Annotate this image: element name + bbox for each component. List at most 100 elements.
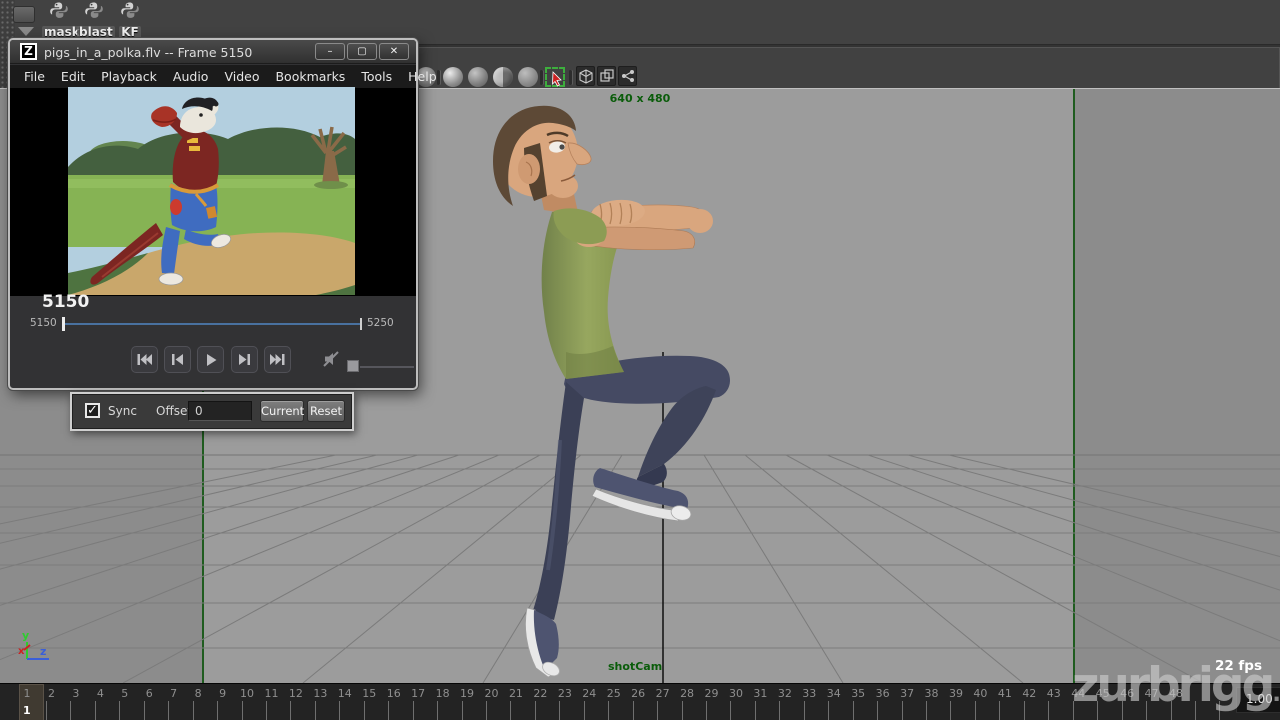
timeline-frame-number[interactable]: 43 [1042, 687, 1066, 700]
character-3d-model[interactable] [493, 106, 730, 679]
timeline-frame-number[interactable]: 27 [651, 687, 675, 700]
timeline-frame-number[interactable]: 33 [797, 687, 821, 700]
previous-frame-button[interactable] [164, 346, 191, 373]
timeline-frame-number[interactable]: 4 [88, 687, 112, 700]
view-axis-indicator: y x z [18, 629, 49, 659]
menu-help[interactable]: Help [408, 69, 437, 84]
timeline-frame-number[interactable]: 9 [211, 687, 235, 700]
timeline-frame-number[interactable]: 35 [846, 687, 870, 700]
timeline-frame-number[interactable]: 1 [15, 687, 39, 700]
reset-button[interactable]: Reset [307, 400, 345, 422]
menu-tools[interactable]: Tools [361, 69, 392, 84]
menu-audio[interactable]: Audio [173, 69, 209, 84]
timeline-tick [926, 701, 927, 720]
video-scrub-track[interactable] [62, 323, 362, 325]
maximize-button[interactable]: ▢ [347, 43, 377, 60]
current-button[interactable]: Current [260, 400, 304, 422]
flat-shade-sphere-icon[interactable] [468, 67, 488, 87]
mute-icon[interactable] [322, 350, 340, 368]
timeline-frame-number[interactable]: 25 [602, 687, 626, 700]
axis-y-label: y [22, 629, 29, 642]
textured-sphere-icon[interactable] [493, 67, 513, 87]
current-frame-number: 1 [23, 704, 31, 717]
go-to-start-button[interactable] [131, 346, 158, 373]
timeline-frame-number[interactable]: 41 [993, 687, 1017, 700]
timeline-frame-number[interactable]: 5 [113, 687, 137, 700]
sync-options-bar: ✓ Sync Offset 0 Current Reset [70, 392, 354, 431]
timeline-frame-number[interactable]: 13 [308, 687, 332, 700]
timeline-frame-number[interactable]: 29 [700, 687, 724, 700]
video-player-window[interactable]: Z pigs_in_a_polka.flv -- Frame 5150 – ▢ … [8, 38, 418, 390]
current-video-frame: 5150 [42, 292, 89, 312]
timeline-frame-number[interactable]: 14 [333, 687, 357, 700]
timeline-frame-number[interactable]: 2 [39, 687, 63, 700]
timeline-frame-number[interactable]: 23 [553, 687, 577, 700]
timeline-tick [413, 701, 414, 720]
smooth-shade-sphere-icon[interactable] [443, 67, 463, 87]
timeline-frame-number[interactable]: 8 [186, 687, 210, 700]
timeline-frame-number[interactable]: 26 [626, 687, 650, 700]
menu-playback[interactable]: Playback [101, 69, 157, 84]
menu-file[interactable]: File [24, 69, 45, 84]
shelf-button-mask[interactable]: mask [42, 1, 76, 37]
timeline-frame-number[interactable]: 21 [504, 687, 528, 700]
close-button[interactable]: ✕ [379, 43, 409, 60]
play-icon [205, 354, 217, 366]
timeline-frame-number[interactable]: 11 [259, 687, 283, 700]
timeline-frame-number[interactable]: 24 [577, 687, 601, 700]
timeline-frame-number[interactable]: 42 [1017, 687, 1041, 700]
play-button[interactable] [197, 346, 224, 373]
go-to-end-button[interactable] [264, 346, 291, 373]
timeline-frame-number[interactable]: 30 [724, 687, 748, 700]
volume-slider-handle[interactable] [347, 360, 359, 372]
timeline-frame-number[interactable]: 34 [822, 687, 846, 700]
sync-checkbox[interactable]: ✓ [85, 403, 100, 418]
timeline-frame-number[interactable]: 10 [235, 687, 259, 700]
highlight-selection-icon[interactable] [545, 67, 565, 87]
window-titlebar[interactable]: Z pigs_in_a_polka.flv -- Frame 5150 – ▢ … [10, 40, 416, 64]
timeline-frame-number[interactable]: 19 [455, 687, 479, 700]
timeline-frame-number[interactable]: 6 [137, 687, 161, 700]
offset-input[interactable]: 0 [188, 401, 252, 421]
lit-sphere-icon[interactable] [518, 67, 538, 87]
chevron-down-icon[interactable] [18, 27, 34, 36]
timeline-frame-number[interactable]: 32 [773, 687, 797, 700]
timeline-frame-number[interactable]: 20 [479, 687, 503, 700]
shelf-collapse-button[interactable] [13, 6, 35, 23]
timeline-frame-number[interactable]: 18 [431, 687, 455, 700]
menu-video[interactable]: Video [224, 69, 259, 84]
sync-checkbox-label[interactable]: Sync [108, 404, 137, 418]
layered-panels-icon[interactable] [597, 66, 616, 86]
timeline-frame-number[interactable]: 12 [284, 687, 308, 700]
minimize-button[interactable]: – [315, 43, 345, 60]
shelf-button-kf[interactable]: KF [113, 1, 147, 37]
range-start-label: 5150 [30, 317, 57, 329]
shelf-button-blast[interactable]: blast [77, 1, 111, 37]
connections-icon[interactable] [618, 66, 637, 86]
timeline-frame-number[interactable]: 15 [357, 687, 381, 700]
timeline-frame-number[interactable]: 39 [944, 687, 968, 700]
menu-bookmarks[interactable]: Bookmarks [275, 69, 345, 84]
timeline-tick [682, 701, 683, 720]
menu-edit[interactable]: Edit [61, 69, 85, 84]
share-nodes-icon [621, 69, 635, 83]
timeline-frame-number[interactable]: 36 [871, 687, 895, 700]
timeline-frame-number[interactable]: 16 [382, 687, 406, 700]
toolbar-separator [437, 70, 440, 85]
timeline-frame-number[interactable]: 28 [675, 687, 699, 700]
app-icon: Z [20, 43, 37, 60]
timeline-frame-number[interactable]: 31 [748, 687, 772, 700]
timeline-frame-number[interactable]: 7 [162, 687, 186, 700]
timeline-frame-number[interactable]: 40 [968, 687, 992, 700]
timeline-frame-number[interactable]: 38 [920, 687, 944, 700]
volume-slider-track[interactable] [360, 366, 414, 368]
timeline-frame-number[interactable]: 17 [406, 687, 430, 700]
next-frame-button[interactable] [231, 346, 258, 373]
timeline-frame-number[interactable]: 3 [64, 687, 88, 700]
video-playhead[interactable] [62, 317, 65, 331]
timeline-tick [119, 701, 120, 720]
timeline-frame-number[interactable]: 37 [895, 687, 919, 700]
default-material-cube-icon[interactable] [576, 66, 595, 86]
timeline-frame-number[interactable]: 22 [528, 687, 552, 700]
timeline-tick [902, 701, 903, 720]
